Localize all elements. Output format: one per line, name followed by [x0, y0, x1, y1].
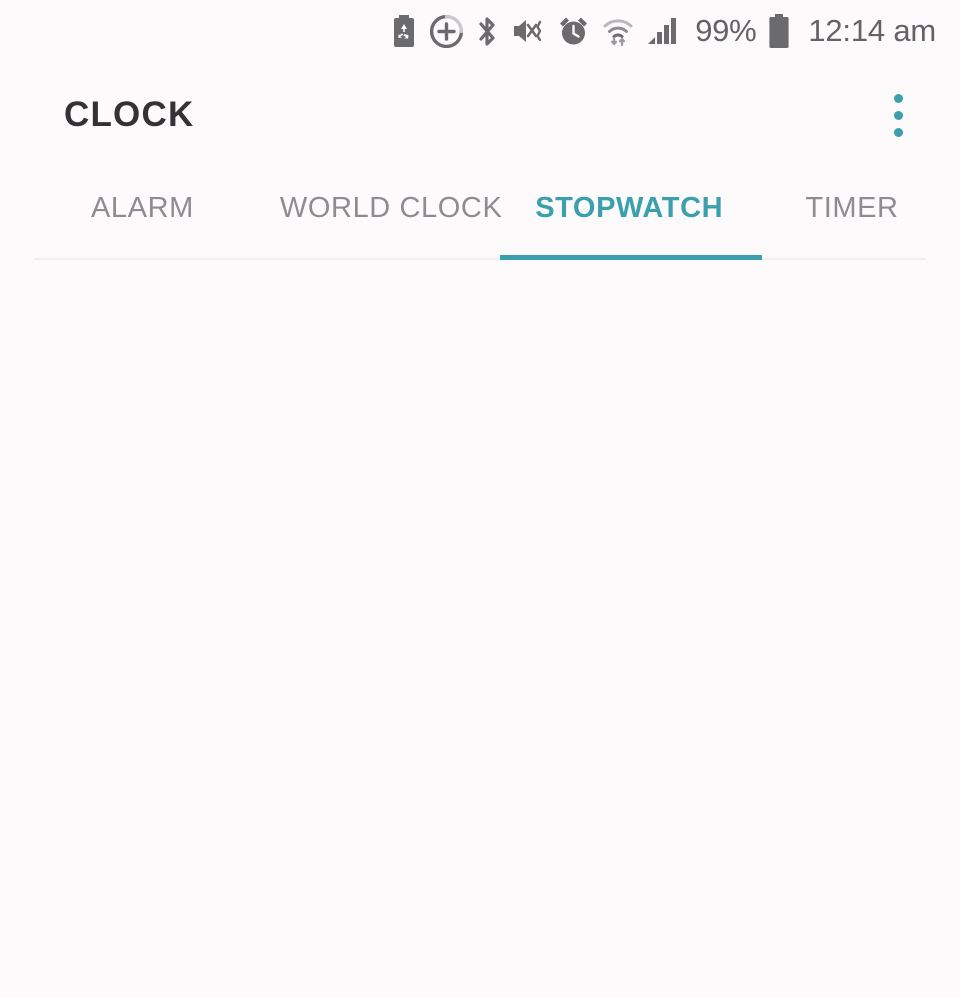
menu-dot	[893, 110, 903, 120]
mute-vibrate-icon	[511, 15, 545, 47]
battery-full-icon	[768, 14, 790, 48]
stopwatch-panel: dietshin.com 05:21.58	[0, 260, 960, 996]
status-icon-group	[391, 14, 679, 48]
wifi-icon	[602, 15, 634, 47]
menu-dot	[893, 93, 903, 103]
battery-recycle-icon	[391, 15, 417, 47]
cellular-signal-icon	[647, 17, 679, 45]
more-vertical-icon[interactable]	[870, 87, 926, 143]
status-bar: 99% 12:14 am	[0, 0, 960, 62]
tab-alarm[interactable]: ALARM	[64, 168, 221, 260]
menu-dot	[893, 127, 903, 137]
app-bar: CLOCK	[0, 62, 960, 168]
tab-bar: ALARM WORLD CLOCK STOPWATCH TIMER	[34, 168, 926, 260]
battery-percent-label: 99%	[695, 13, 757, 48]
page-title: CLOCK	[64, 95, 195, 134]
bluetooth-icon	[476, 15, 498, 48]
tab-timer[interactable]: TIMER	[778, 168, 926, 260]
status-bar-time: 12:14 am	[808, 13, 936, 48]
data-saver-icon	[430, 14, 464, 48]
alarm-icon	[558, 15, 589, 47]
tab-world-clock[interactable]: WORLD CLOCK	[280, 168, 503, 260]
tab-stopwatch[interactable]: STOPWATCH	[512, 168, 746, 260]
